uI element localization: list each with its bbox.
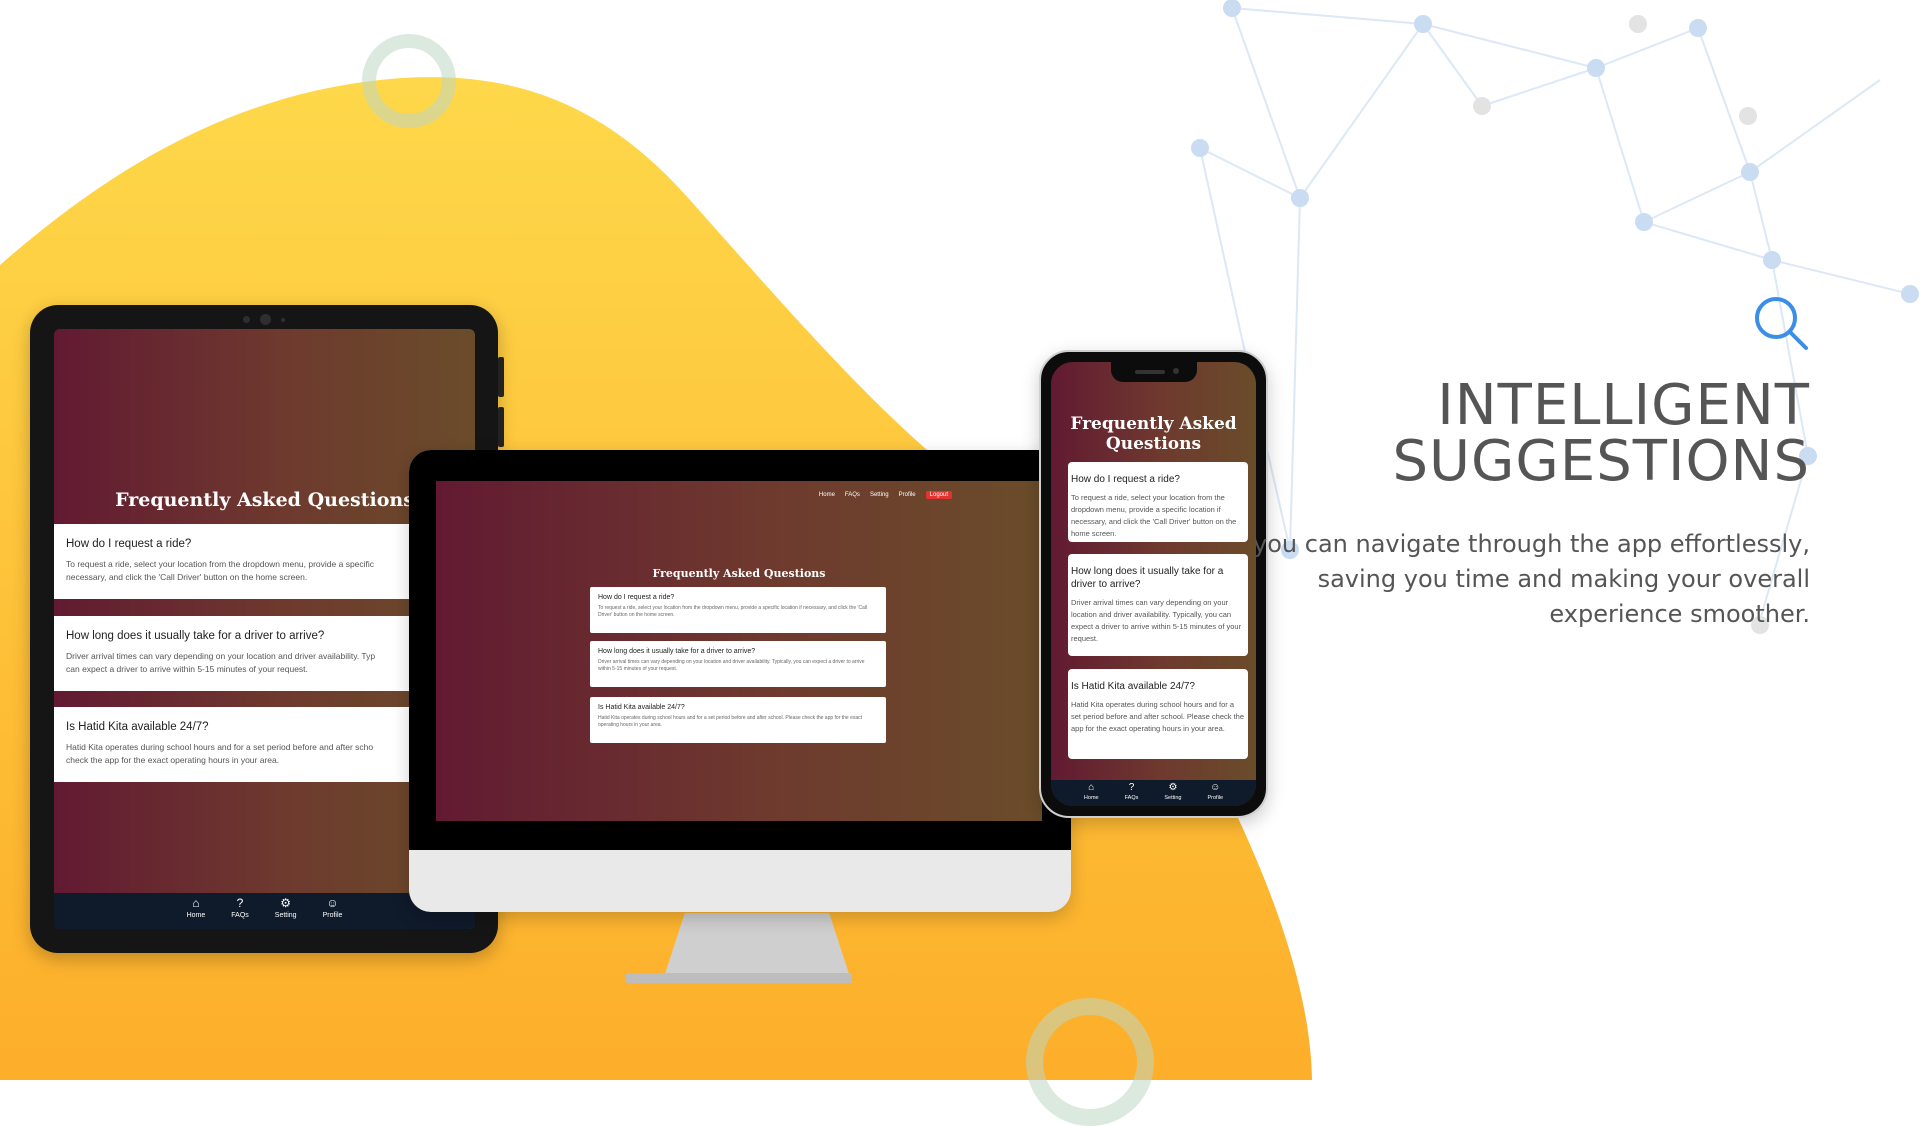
search-icon: [1755, 297, 1808, 350]
faq-answer: necessary, and click the 'Call Driver' b…: [66, 572, 308, 582]
nav-link-profile[interactable]: Profile: [899, 492, 916, 498]
nav-link-setting[interactable]: Setting: [870, 492, 889, 498]
faq-question: How do I request a ride?: [598, 594, 675, 601]
nav-faqs[interactable]: ? FAQs: [231, 897, 249, 929]
nav-faqs[interactable]: ? FAQs: [1125, 783, 1139, 806]
faq-answer: Driver arrival times can vary depending …: [66, 651, 376, 661]
nav-home[interactable]: ⌂ Home: [1084, 783, 1099, 806]
logout-button[interactable]: Logout: [925, 491, 952, 499]
home-icon: ⌂: [192, 896, 200, 910]
faq-answer: Hatid Kita operates during school hours …: [598, 715, 863, 728]
user-icon: ☺: [1210, 782, 1221, 793]
phone-notch: [1110, 362, 1197, 382]
faq-question: How long does it usually take for a driv…: [1071, 566, 1224, 590]
faq-question: Is Hatid Kita available 24/7?: [66, 721, 209, 733]
home-icon: ⌂: [1088, 782, 1095, 793]
page-title: Frequently Asked Questions: [1070, 414, 1237, 454]
faq-answer: check the app for the exact operating ho…: [66, 755, 280, 765]
faq-question: How do I request a ride?: [1071, 474, 1180, 485]
page-title: Frequently Asked Questions: [652, 567, 826, 580]
faq-question: How do I request a ride?: [66, 538, 192, 550]
nav-link-faqs[interactable]: FAQs: [845, 492, 860, 498]
top-nav: Home FAQs Setting Profile Logout: [819, 491, 952, 499]
question-icon: ?: [236, 896, 244, 910]
gear-icon: ⚙: [280, 896, 292, 910]
nav-home[interactable]: ⌂ Home: [187, 897, 206, 929]
bottom-nav: ⌂ Home ? FAQs ⚙ Setting ☺ Profile: [1051, 780, 1256, 806]
desktop-monitor: Home FAQs Setting Profile Logout Frequen…: [409, 450, 1071, 912]
desktop-screen: Home FAQs Setting Profile Logout Frequen…: [436, 481, 1042, 821]
faq-answer: To request a ride, select your location …: [66, 559, 375, 569]
nav-link-home[interactable]: Home: [819, 492, 835, 498]
faq-question: How long does it usually take for a driv…: [598, 648, 756, 655]
description: you can navigate through the app effortl…: [1253, 530, 1810, 628]
faq-card[interactable]: How long does it usually take for a driv…: [54, 616, 434, 691]
nav-setting[interactable]: ⚙ Setting: [1164, 783, 1181, 806]
faq-answer: To request a ride, select your location …: [598, 605, 868, 618]
faq-card[interactable]: How do I request a ride? To request a ri…: [1068, 462, 1248, 542]
faq-card[interactable]: How do I request a ride? To request a ri…: [590, 587, 886, 633]
faq-card[interactable]: How long does it usually take for a driv…: [1068, 554, 1248, 656]
question-icon: ?: [1128, 782, 1135, 793]
decorative-ring-bottom: [1026, 998, 1154, 1126]
faq-card[interactable]: Is Hatid Kita available 24/7? Hatid Kita…: [590, 697, 886, 743]
faq-card[interactable]: Is Hatid Kita available 24/7? Hatid Kita…: [1068, 669, 1248, 759]
faq-card[interactable]: Is Hatid Kita available 24/7? Hatid Kita…: [54, 707, 434, 782]
user-icon: ☺: [326, 896, 339, 910]
faq-card[interactable]: How do I request a ride? To request a ri…: [54, 524, 434, 599]
faq-answer: can expect a driver to arrive within 5-1…: [66, 664, 308, 674]
faq-answer: Driver arrival times can vary depending …: [1071, 598, 1242, 643]
faq-answer: Hatid Kita operates during school hours …: [1071, 700, 1245, 733]
faq-answer: To request a ride, select your location …: [1071, 493, 1237, 538]
monitor-base: [626, 973, 852, 983]
nav-setting[interactable]: ⚙ Setting: [275, 897, 297, 929]
headline: INTELLIGENT SUGGESTIONS: [1392, 373, 1810, 494]
nav-profile[interactable]: ☺ Profile: [1207, 783, 1223, 806]
faq-answer: Driver arrival times can vary depending …: [598, 659, 865, 672]
nav-profile[interactable]: ☺ Profile: [323, 897, 343, 929]
gear-icon: ⚙: [1168, 782, 1178, 793]
faq-answer: Hatid Kita operates during school hours …: [66, 742, 374, 752]
decorative-ring-top: [362, 34, 456, 128]
tablet-camera: [243, 314, 285, 325]
phone-screen: Frequently Asked Questions How do I requ…: [1051, 362, 1256, 806]
faq-question: Is Hatid Kita available 24/7?: [598, 704, 685, 711]
faq-question: How long does it usually take for a driv…: [66, 630, 325, 642]
faq-card[interactable]: How long does it usually take for a driv…: [590, 641, 886, 687]
faq-question: Is Hatid Kita available 24/7?: [1071, 681, 1195, 692]
phone-device: Frequently Asked Questions How do I requ…: [1039, 350, 1268, 818]
